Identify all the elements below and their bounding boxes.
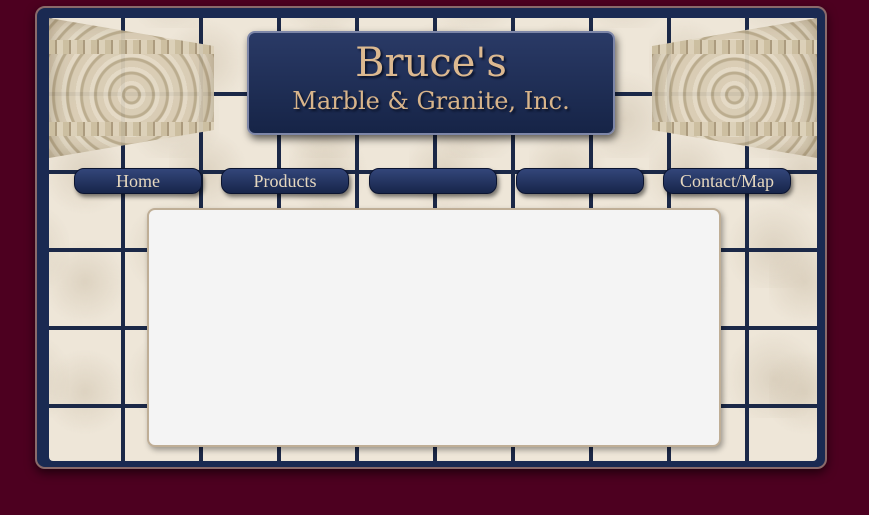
frieze-band	[49, 122, 214, 136]
nav-home-button[interactable]: Home	[74, 168, 202, 194]
nav-blank-button-2[interactable]	[516, 168, 644, 194]
nav-products-button[interactable]: Products	[221, 168, 349, 194]
frieze-band	[49, 40, 214, 54]
nav-contact-map-button[interactable]: Contact/Map	[663, 168, 791, 194]
frieze-band	[652, 40, 817, 54]
content-panel	[147, 208, 721, 447]
main-nav: Home Products Contact/Map	[37, 168, 829, 198]
logo-banner: Bruce's Marble & Granite, Inc.	[247, 31, 615, 135]
frieze-band	[652, 122, 817, 136]
page-frame: Bruce's Marble & Granite, Inc. Home Prod…	[35, 6, 827, 469]
logo-title: Bruce's	[355, 40, 507, 86]
logo-subtitle: Marble & Granite, Inc.	[292, 87, 570, 115]
nav-blank-button-1[interactable]	[369, 168, 497, 194]
